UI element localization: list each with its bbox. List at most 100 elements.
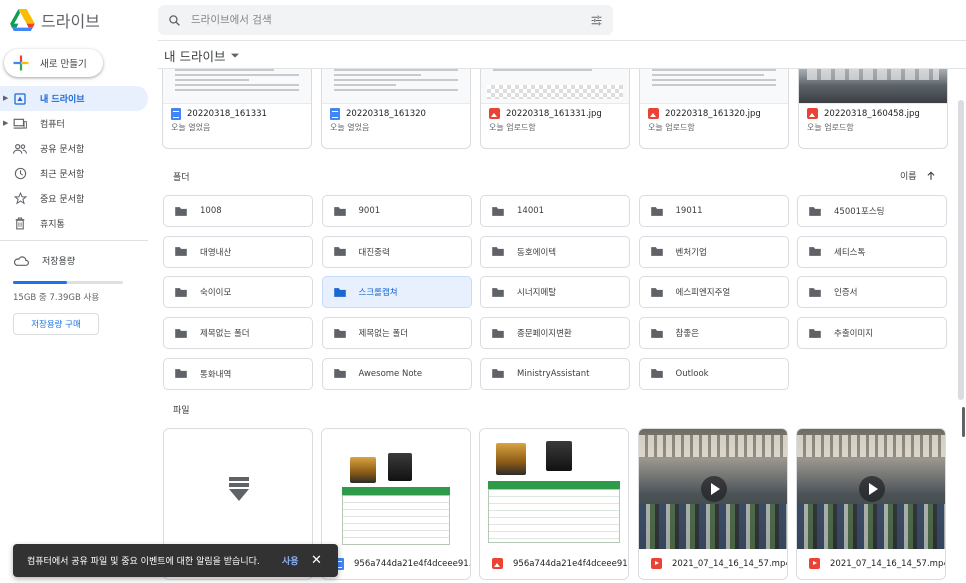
recent-file-card[interactable]: 20220318_161320.jpg 오늘 업로드함 [639,69,789,149]
breadcrumb[interactable]: 내 드라이브 [164,46,240,65]
chevron-down-icon [231,53,240,58]
file-name: 956a744da21e4f4dceee91... [513,558,629,569]
folder-item[interactable]: 1008 [163,195,313,227]
folder-icon [650,369,663,379]
download-icon [229,477,249,501]
star-icon [13,192,27,206]
expand-caret-icon[interactable]: ▶ [3,119,8,127]
sidebar-item-label: 휴지통 [40,220,65,230]
folder-item[interactable]: 45001포스팅 [797,195,947,227]
sidebar-item-shared[interactable]: 공유 문서함 [0,136,150,161]
folder-icon [175,328,187,338]
search-bar[interactable] [158,5,613,35]
folder-item[interactable]: 동호에이텍 [480,235,630,268]
storage-link[interactable]: 저장용량 [13,254,133,267]
folder-item[interactable]: 시너지메탈 [480,276,630,309]
scrollbar-track[interactable] [958,100,964,400]
search-input[interactable] [191,14,590,26]
file-name: 2021_07_14_16_14_57.mp4 [830,558,946,569]
folder-item[interactable]: Awesome Note [321,357,472,390]
sidebar-item-label: 중요 문서함 [40,195,85,205]
sidebar-nav: ▶ 내 드라이브 ▶ 컴퓨터 공유 문서함 최근 문서함 중요 문서함 휴지통 [0,86,150,245]
file-thumbnail [481,69,629,104]
folder-name: 시너지메탈 [517,288,557,299]
folder-item[interactable]: 세티스톡 [797,235,947,268]
file-thumbnail [480,429,628,549]
folder-icon [492,206,504,216]
sort-control[interactable]: 이름 [900,169,936,182]
folder-name: 숙이이모 [200,288,232,299]
folder-icon [650,206,663,216]
folder-item[interactable]: 14001 [480,195,630,227]
folder-item[interactable]: 대진중력 [321,235,472,268]
folder-icon [809,206,821,216]
folder-icon [492,247,504,257]
toast-enable-button[interactable]: 사용 [282,554,299,567]
image-file-icon [807,108,818,119]
computer-icon [13,117,27,131]
folder-name: 대영내산 [200,247,232,258]
header-divider [158,40,966,41]
file-card[interactable]: 956a744da21e4f4dceee91... [321,428,471,580]
search-icon[interactable] [168,14,181,27]
file-name: 20220318_161331 [187,109,267,119]
folder-icon [492,288,504,297]
sidebar-item-starred[interactable]: 중요 문서함 [0,186,150,211]
docs-icon [171,108,181,120]
buy-storage-button[interactable]: 저장용량 구매 [13,313,99,335]
sidebar-divider [0,240,148,241]
recent-file-card[interactable]: 20220318_161320 오늘 열었음 [321,69,471,149]
folder-item[interactable]: 추출이미지 [797,317,947,350]
sidebar-item-my-drive[interactable]: ▶ 내 드라이브 [0,86,148,111]
expand-caret-icon[interactable]: ▶ [3,94,8,102]
folder-item[interactable]: 제목없는 폴더 [163,317,313,350]
folder-item[interactable]: Outlook [638,357,789,390]
folder-grid: 1008 9001 14001 19011 45001포스팅대영내산 대진중력 동호에이텍 벤… [163,195,947,390]
folder-item[interactable]: 에스피엔지주얼 [638,276,789,309]
folder-item[interactable]: 대영내산 [163,235,313,268]
recent-file-card[interactable]: 20220318_161331 오늘 열었음 [162,69,312,149]
folder-icon [809,247,821,257]
drive-logo[interactable]: 드라이브 [10,8,100,32]
docs-icon [330,108,340,120]
folder-item[interactable]: 참좋은 [638,317,789,350]
file-card[interactable]: 956a744da21e4f4dceee91... [479,428,629,580]
folder-item[interactable]: 19011 [638,195,789,227]
sidebar-item-label: 내 드라이브 [40,95,85,105]
folder-item[interactable]: 벤처기업 [638,235,789,268]
notification-toast: 컴퓨터에서 공유 파일 및 중요 이벤트에 대한 알림을 받습니다. 사용 ✕ [13,544,338,577]
folder-name: 제목없는 폴더 [358,329,409,340]
new-button-label: 새로 만들기 [40,59,87,70]
play-icon[interactable] [859,476,885,502]
folder-icon [650,328,663,338]
play-icon[interactable] [701,476,727,502]
file-activity: 오늘 열었음 [171,123,211,132]
arrow-up-icon[interactable] [926,170,936,181]
new-button[interactable]: 새로 만들기 [4,49,103,77]
sidebar-item-trash[interactable]: 휴지통 [0,211,150,236]
search-options-icon[interactable] [590,14,603,27]
sidebar-item-label: 최근 문서함 [40,170,85,180]
recent-file-card[interactable]: 20220318_160458.jpg 오늘 업로드함 [798,69,948,149]
file-card[interactable]: 2021_07_14_16_14_57.mp4 [796,428,946,580]
close-icon[interactable]: ✕ [311,553,322,568]
file-card[interactable]: 2021_07_14_16_14_57.mp4 [638,428,788,580]
file-name: 956a744da21e4f4dceee91... [354,559,471,569]
folder-item[interactable]: 통화내역 [163,357,313,390]
folder-name: 세티스톡 [834,247,866,258]
file-thumbnail [797,429,945,549]
app-name: 드라이브 [41,12,100,31]
file-name: 20220318_161320.jpg [665,108,761,119]
folder-item[interactable]: MinistryAssistant [480,357,630,390]
recent-file-card[interactable]: 20220318_161331.jpg 오늘 업로드함 [480,69,630,149]
folder-item[interactable]: 숙이이모 [163,276,313,309]
folder-item[interactable]: 스크롤캡쳐 [321,276,472,309]
sidebar-item-computers[interactable]: ▶ 컴퓨터 [0,111,150,136]
folder-item[interactable]: 인증서 [797,276,947,309]
folder-item[interactable]: 종문페이지변환 [480,317,630,350]
folder-item[interactable]: 9001 [321,195,472,227]
folder-item[interactable]: 제목없는 폴더 [321,317,472,350]
sidebar-item-recent[interactable]: 최근 문서함 [0,161,150,186]
folder-icon [175,288,187,297]
scrollbar-thumb[interactable] [962,407,965,437]
